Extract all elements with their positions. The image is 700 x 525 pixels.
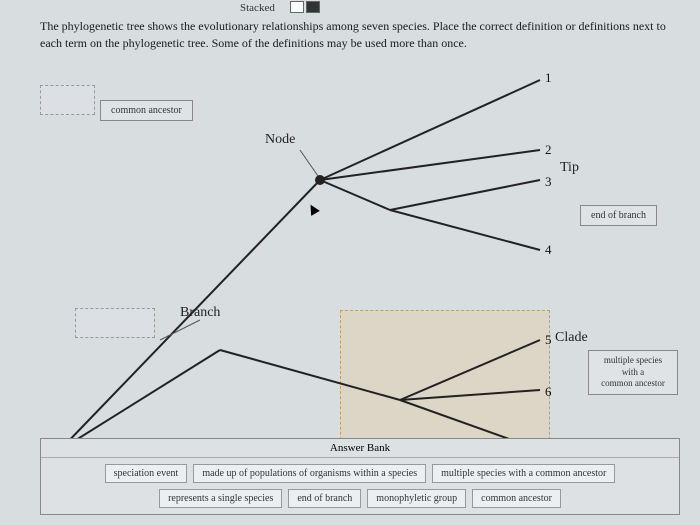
- species-1: 1: [545, 70, 552, 86]
- drop-target-branch[interactable]: [75, 308, 155, 338]
- view-icon-1[interactable]: [290, 1, 304, 13]
- placed-common-ancestor[interactable]: common ancestor: [100, 100, 193, 121]
- phylo-tree-diagram: Node Branch Tip Clade 1 2 3 4 5 6 7 comm…: [40, 70, 660, 470]
- tree-svg: [40, 70, 660, 470]
- chip-monophyletic[interactable]: monophyletic group: [367, 489, 466, 508]
- answer-bank: Answer Bank speciation event made up of …: [40, 438, 680, 515]
- tip-label: Tip: [560, 160, 579, 176]
- node-label: Node: [265, 132, 295, 148]
- species-6: 6: [545, 384, 552, 400]
- branch-label: Branch: [180, 305, 220, 321]
- species-3: 3: [545, 174, 552, 190]
- answer-bank-title: Answer Bank: [41, 439, 679, 458]
- species-4: 4: [545, 242, 552, 258]
- view-icon-2[interactable]: [306, 1, 320, 13]
- node-dot: [315, 175, 325, 185]
- clade-label: Clade: [555, 330, 588, 346]
- top-toolbar: Stacked: [0, 0, 700, 18]
- view-mode-label: Stacked: [240, 2, 275, 14]
- chip-common-ancestor[interactable]: common ancestor: [472, 489, 561, 508]
- placed-clade-definition[interactable]: multiple species with a common ancestor: [588, 350, 678, 395]
- chip-single-species[interactable]: represents a single species: [159, 489, 282, 508]
- chip-end-of-branch[interactable]: end of branch: [288, 489, 361, 508]
- drop-target-root[interactable]: [40, 85, 95, 115]
- species-2: 2: [545, 142, 552, 158]
- placed-end-of-branch[interactable]: end of branch: [580, 205, 657, 226]
- chip-multiple-species[interactable]: multiple species with a common ancestor: [432, 464, 615, 483]
- instructions-text: The phylogenetic tree shows the evolutio…: [40, 18, 680, 52]
- answer-chips-row: speciation event made up of populations …: [41, 458, 679, 514]
- chip-populations[interactable]: made up of populations of organisms with…: [193, 464, 426, 483]
- species-5: 5: [545, 332, 552, 348]
- chip-speciation-event[interactable]: speciation event: [105, 464, 188, 483]
